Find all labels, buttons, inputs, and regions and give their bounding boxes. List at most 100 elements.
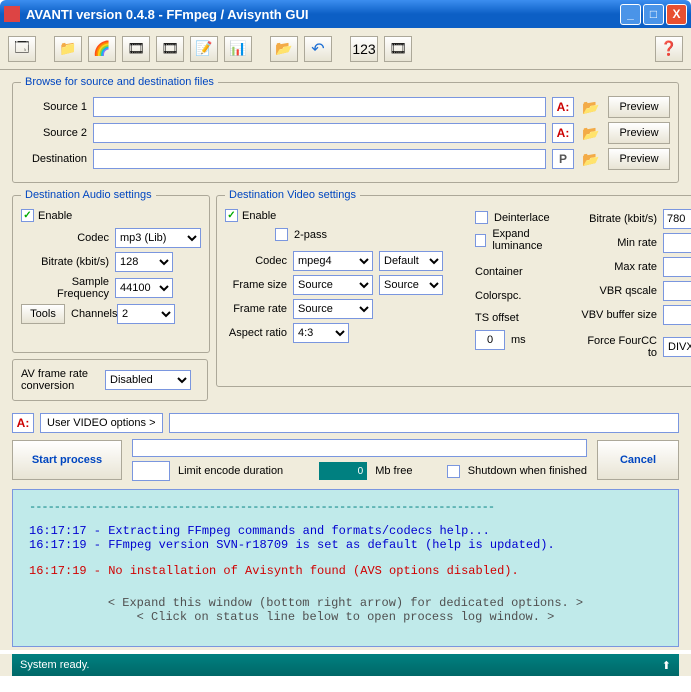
toolbar-btn-3[interactable]: 🌈 <box>88 36 116 62</box>
shutdown-label: Shutdown when finished <box>468 465 587 477</box>
log-dashes: ----------------------------------------… <box>29 500 662 514</box>
fourcc-label: Force FourCC to <box>579 335 657 359</box>
vbv-input[interactable] <box>663 305 691 325</box>
audio-enable-checkbox[interactable]: ✓ <box>21 209 34 222</box>
toolbar-btn-10[interactable]: 123 <box>350 36 378 62</box>
aspect-label: Aspect ratio <box>225 327 287 339</box>
source1-input[interactable] <box>93 97 546 117</box>
source1-preview-button[interactable]: Preview <box>608 96 670 118</box>
maxrate-input[interactable] <box>663 257 691 277</box>
video-enable-checkbox[interactable]: ✓ <box>225 209 238 222</box>
twopass-checkbox[interactable]: ✓ <box>275 228 288 241</box>
toolbar-btn-2[interactable]: 📁 <box>54 36 82 62</box>
mbfree-value: 0 <box>319 462 367 480</box>
audio-tools-button[interactable]: Tools <box>21 304 65 324</box>
log-line-1: 16:17:17 - Extracting FFmpeg commands an… <box>29 524 662 538</box>
files-fieldset: Browse for source and destination files … <box>12 76 679 183</box>
files-legend: Browse for source and destination files <box>21 76 218 88</box>
minimize-button[interactable]: _ <box>620 4 641 25</box>
audio-codec-label: Codec <box>21 232 109 244</box>
audio-channels-select[interactable]: 2 <box>117 304 175 324</box>
fourcc-select[interactable]: DIVX <box>663 337 691 357</box>
app-icon <box>4 6 20 22</box>
help-button[interactable]: ❓ <box>655 36 683 62</box>
limit-duration-input[interactable] <box>132 461 170 481</box>
audio-freq-select[interactable]: 44100 <box>115 278 173 298</box>
ms-label: ms <box>511 334 526 346</box>
toolbar-btn-1[interactable]: 🗔 <box>8 36 36 62</box>
userv-input[interactable] <box>169 413 679 433</box>
framerate-select[interactable]: Source <box>293 299 373 319</box>
source1-a-button[interactable]: A: <box>552 97 574 117</box>
maximize-button[interactable]: □ <box>643 4 664 25</box>
audio-enable-label: Enable <box>38 210 72 222</box>
destination-browse-icon[interactable]: 📂 <box>580 149 602 169</box>
framesize-select[interactable]: Source <box>293 275 373 295</box>
avrate-label: AV frame rate conversion <box>21 368 99 392</box>
expand-lum-label: Expand luminance <box>492 228 569 252</box>
deinterlace-checkbox[interactable]: ✓ <box>475 211 488 224</box>
userv-label: User VIDEO options > <box>40 413 163 433</box>
audio-codec-select[interactable]: mp3 (Lib) <box>115 228 201 248</box>
audio-bitrate-label: Bitrate (kbit/s) <box>21 256 109 268</box>
start-process-button[interactable]: Start process <box>12 440 122 480</box>
toolbar-btn-11[interactable]: 🎞 <box>384 36 412 62</box>
source1-browse-icon[interactable]: 📂 <box>580 97 602 117</box>
minrate-input[interactable] <box>663 233 691 253</box>
qscale-input[interactable] <box>663 281 691 301</box>
colorspc-select[interactable]: Source <box>379 275 443 295</box>
video-bitrate-input[interactable] <box>663 209 691 229</box>
destination-input[interactable] <box>93 149 546 169</box>
audio-legend: Destination Audio settings <box>21 189 156 201</box>
expand-lum-checkbox[interactable]: ✓ <box>475 234 486 247</box>
toolbar-btn-6[interactable]: 📝 <box>190 36 218 62</box>
log-line-5: < Click on status line below to open pro… <box>29 610 662 624</box>
video-enable-label: Enable <box>242 210 276 222</box>
toolbar-btn-9[interactable]: ↶ <box>304 36 332 62</box>
aspect-select[interactable]: 4:3 <box>293 323 349 343</box>
userv-a-button[interactable]: A: <box>12 413 34 433</box>
audio-bitrate-select[interactable]: 128 <box>115 252 173 272</box>
source2-preview-button[interactable]: Preview <box>608 122 670 144</box>
video-codec-label: Codec <box>225 255 287 267</box>
audio-freq-label: Sample Frequency <box>21 276 109 300</box>
video-codec-select[interactable]: mpeg4 <box>293 251 373 271</box>
container-select[interactable]: Default <box>379 251 443 271</box>
close-button[interactable]: X <box>666 4 687 25</box>
audio-channels-label: Channels <box>71 308 111 320</box>
tsoffset-input[interactable] <box>475 330 505 350</box>
qscale-label: VBR qscale <box>579 285 657 297</box>
twopass-label: 2-pass <box>294 229 327 241</box>
avrate-select[interactable]: Disabled <box>105 370 191 390</box>
destination-preview-button[interactable]: Preview <box>608 148 670 170</box>
audio-fieldset: Destination Audio settings ✓ Enable Code… <box>12 189 210 353</box>
toolbar: 🗔 📁 🌈 🎞 🎞 📝 📊 📂 ↶ 123 🎞 ❓ <box>0 28 691 70</box>
source2-a-button[interactable]: A: <box>552 123 574 143</box>
expand-arrow-icon[interactable]: ⬆ <box>662 659 671 672</box>
framesize-label: Frame size <box>225 279 287 291</box>
video-fieldset: Destination Video settings ✓ Enable ✓ 2-… <box>216 189 691 387</box>
log-line-4: < Expand this window (bottom right arrow… <box>29 596 662 610</box>
window-title: AVANTI version 0.4.8 - FFmpeg / Avisynth… <box>26 7 620 22</box>
deinterlace-label: Deinterlace <box>494 212 550 224</box>
log-line-3: 16:17:19 - No installation of Avisynth f… <box>29 564 662 578</box>
log-line-2: 16:17:19 - FFmpeg version SVN-r18709 is … <box>29 538 662 552</box>
cancel-button[interactable]: Cancel <box>597 440 679 480</box>
avrate-fieldset: AV frame rate conversion Disabled <box>12 359 208 401</box>
colorspc-label: Colorspc. <box>475 290 521 302</box>
framerate-label: Frame rate <box>225 303 287 315</box>
toolbar-btn-5[interactable]: 🎞 <box>156 36 184 62</box>
status-text[interactable]: System ready. <box>20 659 90 671</box>
container-label: Container <box>475 266 523 278</box>
vbv-label: VBV buffer size <box>579 309 657 321</box>
toolbar-btn-7[interactable]: 📊 <box>224 36 252 62</box>
source2-input[interactable] <box>93 123 546 143</box>
minrate-label: Min rate <box>579 237 657 249</box>
source2-browse-icon[interactable]: 📂 <box>580 123 602 143</box>
shutdown-checkbox[interactable]: ✓ <box>447 465 460 478</box>
destination-p-button[interactable]: P <box>552 149 574 169</box>
log-panel: ----------------------------------------… <box>12 489 679 647</box>
destination-label: Destination <box>21 153 87 165</box>
toolbar-btn-4[interactable]: 🎞 <box>122 36 150 62</box>
toolbar-btn-8[interactable]: 📂 <box>270 36 298 62</box>
